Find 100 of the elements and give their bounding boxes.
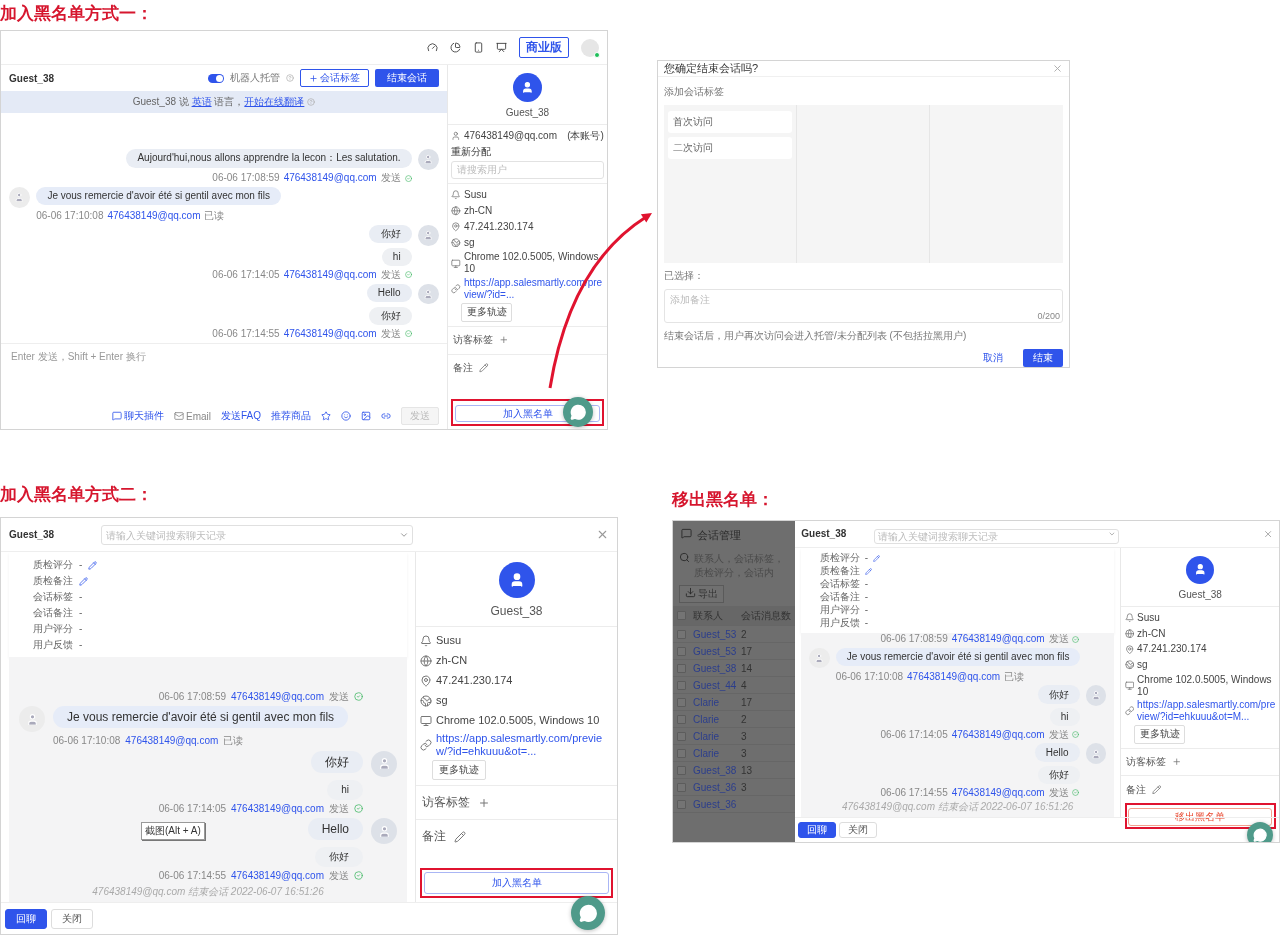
account-link[interactable]: 476438149@qq.com [231,690,324,702]
toolbar-link[interactable]: 发送FAQ [221,409,261,423]
message-time: 06-06 17:10:08 [36,210,104,222]
chat-launcher-icon[interactable] [563,397,593,427]
message-bubble: 你好 [315,847,363,867]
account-link[interactable]: 476438149@qq.com [951,728,1045,741]
edit-icon[interactable] [88,560,98,570]
account-link[interactable]: 476438149@qq.com [907,670,1001,683]
close-button[interactable]: 关闭 [839,822,877,838]
help-icon[interactable] [286,74,294,82]
checkbox[interactable] [677,748,686,758]
visitor-detail: Chrome 102.0.5005, Windows 10 [436,714,600,728]
tag-option[interactable]: 首次访问 [668,111,792,133]
page-link[interactable]: https://app.salesmartly.com/preview/?id=ehkuuu&ot=... [436,732,613,759]
account-link[interactable]: 476438149@qq.com [283,327,377,339]
agent-account: 476438149@qq.com [463,130,557,143]
selected-label: 已选择： [664,269,705,283]
account-link[interactable]: 476438149@qq.com [951,633,1045,645]
visitor-tags-label: 访客标签 [1126,755,1167,770]
history-search-field[interactable]: 请输入关键词搜索聊天记录 [101,525,413,545]
visitor-detail: Chrome 102.0.5005, Windows 10 [1137,673,1273,698]
chevron-down-icon[interactable] [1107,529,1116,538]
account-link[interactable]: 476438149@qq.com [283,172,377,184]
notes-label: 备注 [422,828,446,846]
chat-icon [681,528,692,539]
field-label: 用户反馈 [820,617,861,630]
checkbox[interactable] [677,680,686,690]
add-icon[interactable] [499,335,509,346]
reply-button[interactable]: 回聊 [5,908,47,929]
plus-icon [309,73,318,83]
pie-chart-icon[interactable] [450,42,461,53]
more-tracks-button[interactable]: 更多轨迹 [460,302,513,322]
toolbar-link[interactable]: 聊天插件 [111,409,164,423]
star-icon[interactable] [321,411,331,421]
checkbox[interactable] [677,765,686,775]
checkbox[interactable] [677,646,686,656]
notice-link[interactable]: 英语 [191,96,212,107]
session-tag-button[interactable]: 会话标签 [300,69,369,87]
notes-label: 备注 [1126,782,1147,797]
message-time: 06-06 17:14:55 [158,870,226,882]
checkbox[interactable] [677,799,686,809]
search-icon [679,552,690,563]
message-bubble: Hello [366,283,412,302]
devices-icon[interactable] [473,42,484,53]
more-tracks-button[interactable]: 更多轨迹 [432,760,486,781]
message-bubble: 你好 [1037,685,1080,704]
checkbox[interactable] [677,611,686,620]
account-link[interactable]: 476438149@qq.com [231,870,324,882]
account-link[interactable]: 476438149@qq.com [283,268,377,281]
robot-label: 机器人托管 [230,71,280,85]
presentation-icon[interactable] [496,42,507,53]
checkbox[interactable] [677,714,686,724]
checkbox[interactable] [677,663,686,673]
edit-icon[interactable] [864,567,872,575]
tag-option[interactable]: 二次访问 [668,137,792,159]
checkbox[interactable] [677,731,686,741]
more-tracks-button[interactable]: 更多轨迹 [1133,724,1186,744]
toolbar-link[interactable]: Email [173,410,211,422]
checkbox[interactable] [677,629,686,639]
check-icon [404,271,412,279]
page-link[interactable]: https://app.salesmartly.com/preview/?id=ehkuuu&ot=M... [1137,699,1276,724]
edit-icon[interactable] [1152,784,1162,795]
message-bubble: Je vous remercie d'avoir été si gentil avec mon fils [835,647,1081,667]
account-link[interactable]: 476438149@qq.com [231,802,324,814]
add-icon[interactable] [1172,757,1182,767]
checkbox[interactable] [677,697,686,707]
edit-icon[interactable] [479,363,489,373]
add-icon[interactable] [478,796,490,809]
cancel-button[interactable]: 取消 [973,349,1013,367]
robot-toggle[interactable] [208,73,224,83]
close-button[interactable]: 关闭 [51,908,93,929]
chat-launcher-icon[interactable] [571,896,605,930]
help-icon[interactable] [307,98,316,106]
account-link[interactable]: 476438149@qq.com [107,210,201,222]
blacklist-button[interactable]: 加入黑名单 [424,872,609,894]
history-search-field[interactable]: 请输入关键词搜索聊天记录 [873,528,1119,545]
visitor-avatar [1186,555,1215,584]
close-icon[interactable] [1262,528,1273,539]
emoji-icon[interactable] [341,411,351,421]
account-avatar[interactable] [581,38,599,57]
close-icon[interactable] [596,528,609,541]
link-icon[interactable] [381,411,391,421]
visitor-detail: Susu [436,634,462,648]
end-session-button[interactable]: 结束会话 [375,69,439,87]
gauge-icon[interactable] [427,42,438,53]
reply-button[interactable]: 回聊 [798,822,836,838]
toolbar-link[interactable]: 推荐商品 [271,409,311,423]
close-icon[interactable] [1052,63,1063,74]
account-link[interactable]: 476438149@qq.com [125,735,219,747]
user-avatar [19,706,45,732]
image-icon[interactable] [361,411,371,421]
checkbox[interactable] [677,782,686,792]
edit-icon[interactable] [79,576,88,586]
confirm-button[interactable]: 结束 [1023,349,1063,367]
user-avatar [1085,743,1107,764]
notice-link[interactable]: 开始在线翻译 [244,96,305,107]
account-link[interactable]: 476438149@qq.com [951,786,1045,799]
user-search-field[interactable]: 请搜索用户 [451,160,604,179]
edit-icon[interactable] [454,830,466,843]
edit-icon[interactable] [872,554,880,562]
